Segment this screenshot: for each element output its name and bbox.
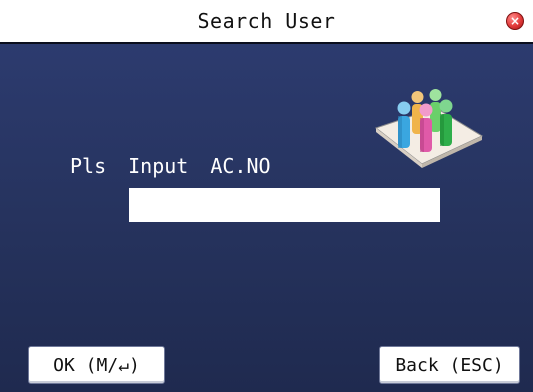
search-user-screen: Search User × Pls Input AC.NO OK (M/↵) Bac [0,0,533,392]
ac-no-input[interactable] [129,188,440,222]
close-button[interactable]: × [506,12,524,30]
prompt-label: Pls Input AC.NO [70,154,293,178]
close-icon: × [509,14,521,28]
back-button-label: Back (ESC) [395,354,504,376]
back-button[interactable]: Back (ESC) [379,346,520,384]
ok-button[interactable]: OK (M/↵) [28,346,165,384]
ok-button-label: OK (M/↵) [53,354,140,376]
prompt-word: Pls [70,154,107,178]
prompt-word: AC.NO [210,154,271,178]
window-title: Search User [197,9,336,33]
title-bar: Search User × [0,0,533,44]
prompt-word: Input [128,154,189,178]
users-group-icon [374,89,484,168]
